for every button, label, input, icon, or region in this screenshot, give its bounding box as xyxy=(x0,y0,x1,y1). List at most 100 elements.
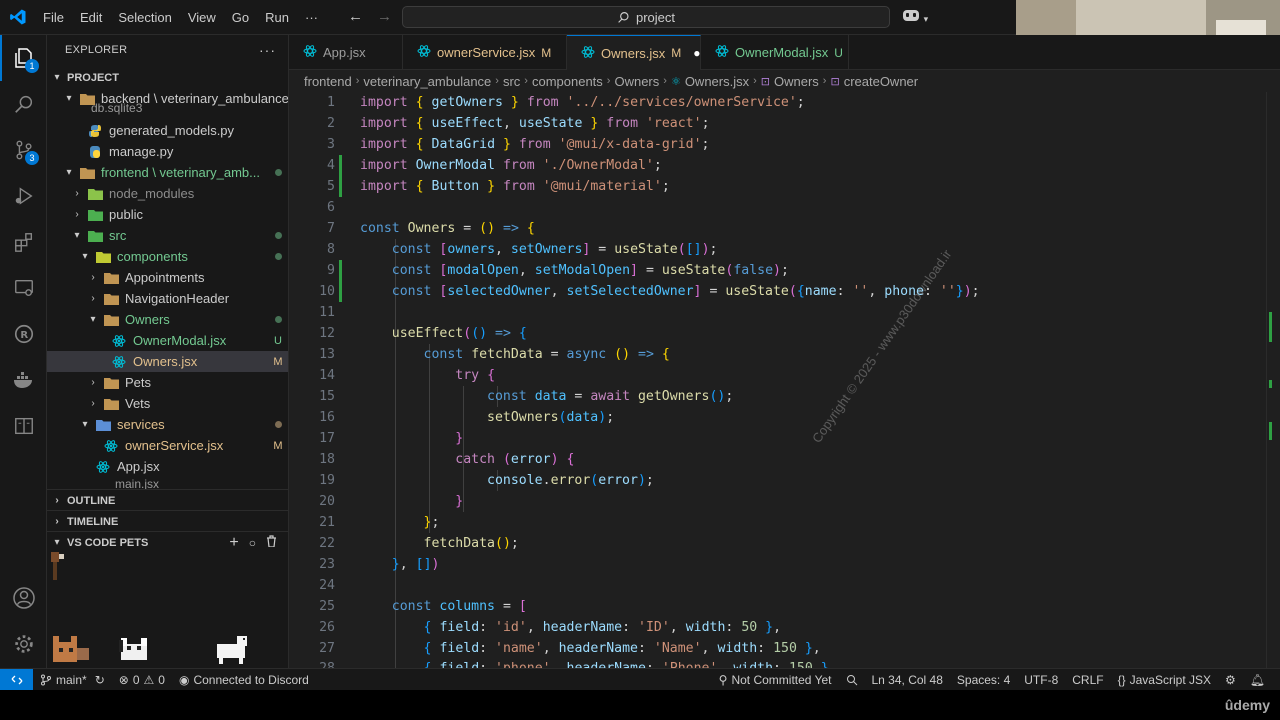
menu-more[interactable]: ··· xyxy=(297,10,326,25)
editor-scrollbar[interactable] xyxy=(1266,92,1280,668)
add-pet-icon[interactable]: + xyxy=(229,534,238,552)
tree-folder-public[interactable]: › public xyxy=(47,204,288,225)
account-icon[interactable] xyxy=(0,575,47,621)
tree-file-main-jsx[interactable]: main.jsx xyxy=(47,477,288,489)
tree-folder-vets[interactable]: › Vets xyxy=(47,393,288,414)
branch-indicator[interactable]: main* ↻ xyxy=(33,673,112,687)
pet-dog-icon[interactable] xyxy=(217,636,247,664)
breadcrumb-item[interactable]: veterinary_ambulance xyxy=(363,74,491,89)
chevron-right-icon: › xyxy=(55,495,59,506)
search-icon[interactable] xyxy=(0,81,47,127)
python-file-icon xyxy=(87,144,103,160)
language-mode[interactable]: {} JavaScript JSX xyxy=(1111,673,1218,687)
tree-file-owner-modal[interactable]: OwnerModal.jsx U xyxy=(47,330,288,351)
react-file-icon xyxy=(715,44,729,61)
breadcrumb-item[interactable]: Owners xyxy=(614,74,659,89)
rest-client-icon[interactable]: R xyxy=(0,311,47,357)
tree-folder-node-modules[interactable]: › node_modules xyxy=(47,183,288,204)
code-line: } xyxy=(455,431,464,446)
git-blame-status[interactable]: ⚲ Not Committed Yet xyxy=(712,673,839,687)
tree-file-generated-models[interactable]: generated_models.py xyxy=(47,120,288,141)
tree-folder-src[interactable]: ▾ src xyxy=(47,225,288,246)
tree-folder-pets[interactable]: › Pets xyxy=(47,372,288,393)
code-line: fetchData(); xyxy=(423,536,519,551)
tab-app-jsx[interactable]: App.jsx xyxy=(289,35,403,70)
cursor-position[interactable]: Ln 34, Col 48 xyxy=(865,673,950,687)
timeline-section[interactable]: › TIMELINE xyxy=(47,510,288,532)
tab-owners-jsx[interactable]: Owners.jsx M ● xyxy=(567,35,701,70)
tree-folder-owners[interactable]: ▾ Owners xyxy=(47,309,288,330)
problems-indicator[interactable]: ⊗ 0 ⚠ 0 xyxy=(112,673,172,687)
breadcrumb-item[interactable]: Owners.jsx xyxy=(685,74,749,89)
copilot-status-icon[interactable]: ⚙ xyxy=(1218,673,1243,687)
chevron-down-icon: ▾ xyxy=(82,251,88,262)
code-line: console.error(error); xyxy=(487,473,654,488)
pet-fox-icon[interactable] xyxy=(53,636,89,662)
breadcrumb-item[interactable]: createOwner xyxy=(844,74,918,89)
back-arrow-icon[interactable]: ← xyxy=(348,8,363,25)
code-editor[interactable]: 1 import { getOwners } from '../../servic… xyxy=(289,92,1280,668)
tree-file-manage-py[interactable]: manage.py xyxy=(47,141,288,162)
tree-folder-appointments[interactable]: › Appointments xyxy=(47,267,288,288)
menu-edit[interactable]: Edit xyxy=(72,10,110,25)
tree-folder-navigation-header[interactable]: › NavigationHeader xyxy=(47,288,288,309)
line-number: 25 xyxy=(319,599,335,614)
explorer-icon[interactable]: 1 xyxy=(0,35,47,81)
chevron-down-icon: ▾ xyxy=(90,314,96,325)
line-number: 27 xyxy=(319,641,335,656)
end-of-line[interactable]: CRLF xyxy=(1065,673,1110,687)
menu-go[interactable]: Go xyxy=(224,10,257,25)
menu-view[interactable]: View xyxy=(180,10,224,25)
line-number: 4 xyxy=(327,158,335,173)
code-line: try { xyxy=(455,368,496,383)
remote-explorer-icon[interactable] xyxy=(0,265,47,311)
breadcrumb-item[interactable]: Owners xyxy=(774,74,819,89)
outline-section[interactable]: › OUTLINE xyxy=(47,489,288,511)
tree-file-db[interactable]: db.sqlite3 xyxy=(47,101,288,115)
tree-file-app-jsx[interactable]: App.jsx xyxy=(47,456,288,477)
code-line: import { Button } from '@mui/material'; xyxy=(360,179,670,194)
zoom-icon[interactable] xyxy=(839,674,865,686)
menu-run[interactable]: Run xyxy=(257,10,297,25)
tree-folder-frontend[interactable]: ▾ frontend \ veterinary_amb... xyxy=(47,162,288,183)
remote-indicator-icon[interactable] xyxy=(0,668,33,691)
tab-owner-modal[interactable]: OwnerModal.jsx U xyxy=(701,35,849,70)
breadcrumb-item[interactable]: src xyxy=(503,74,520,89)
pet-squirrel-icon[interactable] xyxy=(51,552,64,580)
tree-folder-services[interactable]: ▾ services xyxy=(47,414,288,435)
tree-file-owners-jsx[interactable]: Owners.jsx M xyxy=(47,351,288,372)
project-header[interactable]: ▾ PROJECT xyxy=(47,67,288,88)
forward-arrow-icon[interactable]: → xyxy=(377,8,392,25)
menu-selection[interactable]: Selection xyxy=(110,10,179,25)
docker-icon[interactable] xyxy=(0,357,47,403)
menu-file[interactable]: File xyxy=(35,10,72,25)
pets-section[interactable]: ▾ VS CODE PETS + ○ xyxy=(47,531,288,553)
more-actions-icon[interactable]: ··· xyxy=(259,42,276,58)
react-file-icon xyxy=(581,45,595,62)
extensions-icon[interactable] xyxy=(0,219,47,265)
indentation[interactable]: Spaces: 4 xyxy=(950,673,1017,687)
unsaved-dot-icon[interactable]: ● xyxy=(693,46,700,60)
discord-status[interactable]: ◉ Connected to Discord xyxy=(172,673,316,687)
copilot-icon[interactable]: ▾ xyxy=(902,8,928,25)
breadcrumb-item[interactable]: components xyxy=(532,74,603,89)
trash-icon[interactable] xyxy=(266,535,277,550)
notifications-bell-icon[interactable]: 🔔︎ xyxy=(1243,673,1272,687)
public-folder-icon xyxy=(87,207,103,223)
run-debug-icon[interactable] xyxy=(0,173,47,219)
pet-cat-icon[interactable] xyxy=(119,638,147,660)
sync-icon[interactable]: ↻ xyxy=(95,673,105,687)
tree-file-owner-service[interactable]: ownerService.jsx M xyxy=(47,435,288,456)
line-number: 1 xyxy=(327,95,335,110)
command-center-search[interactable]: project xyxy=(402,6,890,28)
encoding[interactable]: UTF-8 xyxy=(1017,673,1065,687)
folder-icon xyxy=(103,375,119,391)
tree-folder-components[interactable]: ▾ components xyxy=(47,246,288,267)
settings-gear-icon[interactable] xyxy=(0,621,47,667)
notes-icon[interactable] xyxy=(0,403,47,449)
source-control-icon[interactable]: 3 xyxy=(0,127,47,173)
tab-owner-service[interactable]: ownerService.jsx M xyxy=(403,35,567,70)
chevron-right-icon: › xyxy=(75,209,79,220)
breadcrumb-item[interactable]: frontend xyxy=(304,74,352,89)
circle-icon[interactable]: ○ xyxy=(249,536,256,550)
